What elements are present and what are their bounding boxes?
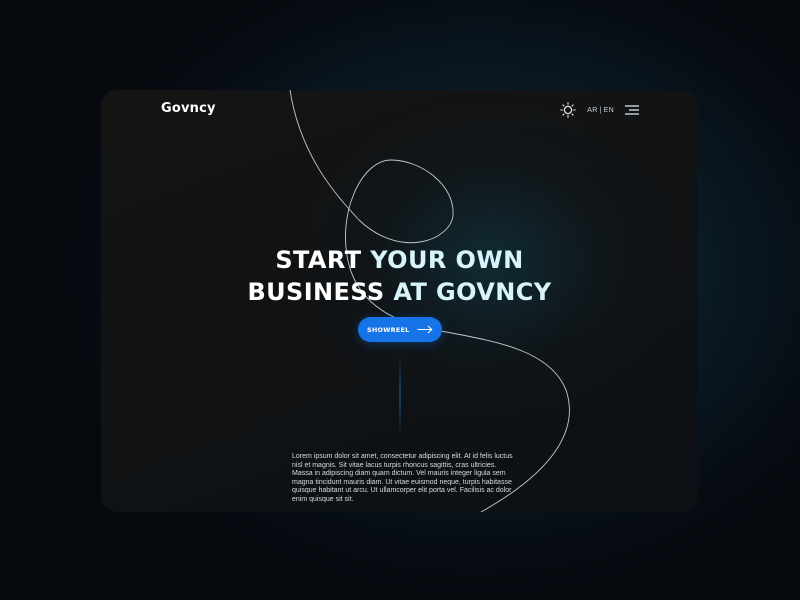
language-switcher: AR | EN: [587, 107, 614, 114]
headline-line-2-white: BUSINESS: [247, 278, 394, 306]
headline-line-1-accent: YOUR OWN: [370, 246, 524, 274]
hero-card: Govncy AR | EN START YOUR OWN BUSINESS A…: [101, 90, 698, 512]
top-nav: AR | EN: [560, 102, 640, 118]
lang-separator: |: [599, 106, 602, 114]
arrow-right-icon: [417, 325, 433, 334]
hero-headline-line-1: START YOUR OWN: [101, 244, 698, 276]
showreel-button[interactable]: SHOWREEL: [358, 317, 442, 342]
showreel-button-label: SHOWREEL: [367, 325, 410, 334]
body-paragraph: Lorem ipsum dolor sit amet, consectetur …: [292, 453, 513, 503]
vertical-divider-line: [399, 353, 401, 439]
brand-logo[interactable]: Govncy: [161, 101, 216, 116]
headline-line-1-white: START: [275, 246, 371, 274]
headline-line-2-accent: AT GOVNCY: [393, 278, 552, 306]
lang-ar-link[interactable]: AR: [587, 107, 597, 114]
hero-headline-line-2: BUSINESS AT GOVNCY: [101, 276, 698, 308]
sun-icon[interactable]: [560, 102, 576, 118]
lang-en-link[interactable]: EN: [604, 107, 614, 114]
hamburger-menu-icon[interactable]: [624, 104, 640, 116]
